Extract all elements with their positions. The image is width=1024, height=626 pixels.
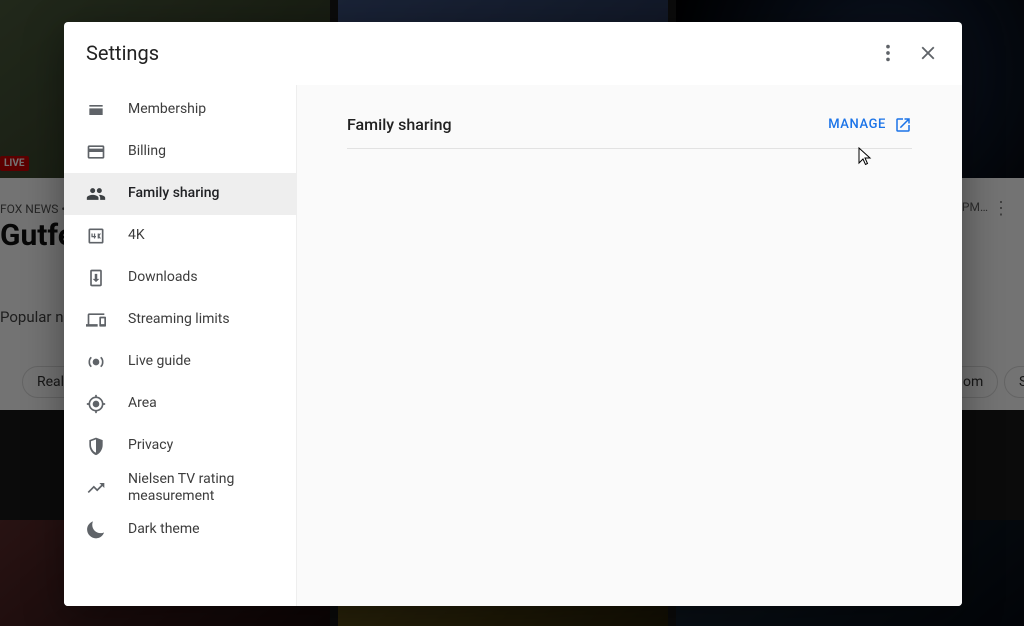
shield-icon — [86, 436, 106, 456]
settings-sidebar: Membership Billing Family sharing 4K Dow… — [64, 85, 297, 606]
sidebar-item-label: Billing — [128, 143, 166, 161]
modal-title: Settings — [86, 41, 868, 65]
download-icon — [86, 268, 106, 288]
modal-header: Settings — [64, 22, 962, 85]
sidebar-item-downloads[interactable]: Downloads — [64, 257, 296, 299]
sidebar-item-label: Downloads — [128, 269, 198, 287]
sidebar-item-label: 4K — [128, 227, 145, 245]
trending-icon — [86, 478, 106, 498]
sidebar-item-live-guide[interactable]: Live guide — [64, 341, 296, 383]
live-icon — [86, 352, 106, 372]
close-button[interactable] — [908, 33, 948, 73]
sidebar-item-family-sharing[interactable]: Family sharing — [64, 173, 296, 215]
sidebar-item-area[interactable]: Area — [64, 383, 296, 425]
sidebar-item-streaming-limits[interactable]: Streaming limits — [64, 299, 296, 341]
people-icon — [86, 184, 106, 204]
modal-body: Membership Billing Family sharing 4K Dow… — [64, 85, 962, 606]
sidebar-item-privacy[interactable]: Privacy — [64, 425, 296, 467]
sidebar-item-label: Membership — [128, 101, 206, 119]
sidebar-item-nielsen[interactable]: Nielsen TV rating measurement — [64, 467, 296, 509]
credit-card-icon — [86, 142, 106, 162]
manage-label: MANAGE — [828, 117, 886, 132]
sidebar-item-dark-theme[interactable]: Dark theme — [64, 509, 296, 551]
more-options-button[interactable] — [868, 33, 908, 73]
location-icon — [86, 394, 106, 414]
sidebar-item-label: Area — [128, 395, 157, 413]
settings-modal: Settings Membership Billing Family shari… — [64, 22, 962, 606]
membership-icon — [86, 100, 106, 120]
moon-icon — [86, 520, 106, 540]
close-icon — [917, 42, 939, 64]
open-in-new-icon — [894, 116, 912, 134]
section-title: Family sharing — [347, 115, 452, 134]
sidebar-item-billing[interactable]: Billing — [64, 131, 296, 173]
sidebar-item-4k[interactable]: 4K — [64, 215, 296, 257]
sidebar-item-label: Family sharing — [128, 185, 219, 203]
sidebar-item-membership[interactable]: Membership — [64, 89, 296, 131]
manage-link[interactable]: MANAGE — [828, 116, 912, 134]
more-vert-icon — [877, 42, 899, 64]
devices-icon — [86, 310, 106, 330]
fourk-icon — [86, 226, 106, 246]
sidebar-item-label: Nielsen TV rating measurement — [128, 471, 278, 506]
sidebar-item-label: Dark theme — [128, 521, 200, 539]
section-header: Family sharing MANAGE — [347, 115, 912, 149]
sidebar-item-label: Streaming limits — [128, 311, 230, 329]
sidebar-item-label: Privacy — [128, 437, 173, 455]
settings-content: Family sharing MANAGE — [297, 85, 962, 606]
sidebar-item-label: Live guide — [128, 353, 191, 371]
